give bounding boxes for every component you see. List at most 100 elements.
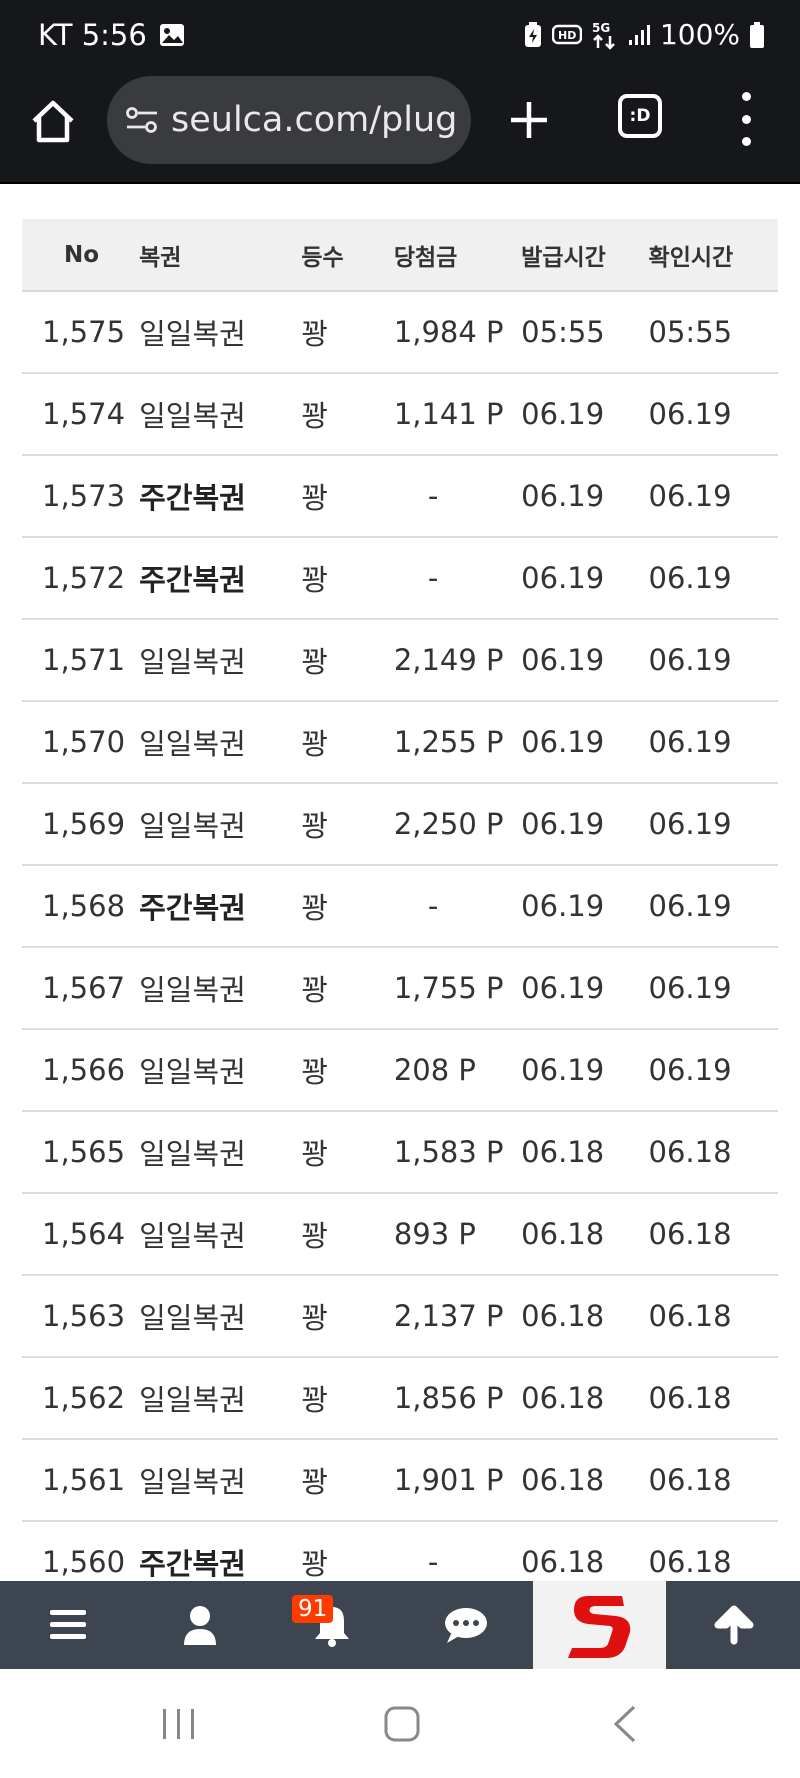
table-row: 1,572 주간복권 꽝 - 06.19 06.19 — [22, 537, 778, 619]
carrier-time: KT 5:56 — [38, 18, 147, 52]
cell-rank: 꽝 — [301, 727, 329, 761]
cell-checked-time: 06.19 — [648, 561, 732, 595]
cell-no: 1,574 — [42, 397, 126, 431]
cell-prize: - — [427, 479, 439, 513]
cell-issued-time: 06.19 — [521, 397, 605, 431]
cell-rank: 꽝 — [301, 399, 329, 433]
cell-no: 1,568 — [42, 889, 126, 923]
cell-lottery-type: 주간복권 — [139, 1547, 246, 1581]
table-row: 1,565 일일복권 꽝 1,583 P 06.18 06.18 — [22, 1111, 778, 1193]
cell-prize: 1,141 P — [393, 397, 504, 431]
user-icon[interactable] — [150, 1581, 250, 1669]
back-icon[interactable] — [612, 1705, 638, 1747]
cell-rank: 꽝 — [301, 1383, 329, 1417]
cell-no: 1,564 — [42, 1217, 126, 1251]
status-bar: KT 5:56 HD 5G 100% — [0, 0, 800, 76]
cell-lottery-type: 일일복권 — [139, 1219, 246, 1253]
scroll-top-icon[interactable] — [684, 1581, 784, 1669]
cell-rank: 꽝 — [301, 317, 329, 351]
header-rank: 등수 — [301, 244, 344, 271]
cell-rank: 꽝 — [301, 973, 329, 1007]
cell-lottery-type: 일일복권 — [139, 399, 246, 433]
recent-apps-icon[interactable] — [160, 1707, 198, 1745]
cell-no: 1,571 — [42, 643, 126, 677]
cell-no: 1,565 — [42, 1135, 126, 1169]
cell-no: 1,575 — [42, 315, 126, 349]
cell-issued-time: 06.19 — [521, 643, 605, 677]
cell-prize: 893 P — [393, 1217, 476, 1251]
cell-rank: 꽝 — [301, 1547, 329, 1581]
cell-lottery-type: 일일복권 — [139, 645, 246, 679]
url-text[interactable]: seulca.com/plug — [171, 100, 457, 140]
chat-icon[interactable] — [416, 1581, 516, 1669]
cell-no: 1,563 — [42, 1299, 126, 1333]
cell-checked-time: 06.18 — [648, 1135, 732, 1169]
cell-checked-time: 05:55 — [648, 315, 733, 349]
cell-lottery-type: 일일복권 — [139, 1055, 246, 1089]
cell-checked-time: 06.18 — [648, 1545, 732, 1579]
cell-no: 1,567 — [42, 971, 126, 1005]
cell-rank: 꽝 — [301, 1301, 329, 1335]
table-row: 1,571 일일복권 꽝 2,149 P 06.19 06.19 — [22, 619, 778, 701]
cell-prize: 2,149 P — [393, 643, 504, 677]
cell-checked-time: 06.19 — [648, 397, 732, 431]
cell-rank: 꽝 — [301, 1137, 329, 1171]
url-bar[interactable]: seulca.com/plug — [107, 76, 471, 164]
cell-no: 1,562 — [42, 1381, 126, 1415]
battery-icon — [750, 21, 764, 48]
cell-prize: 1,255 P — [393, 725, 504, 759]
cell-checked-time: 06.19 — [648, 971, 732, 1005]
cell-checked-time: 06.19 — [648, 1053, 732, 1087]
cell-checked-time: 06.19 — [648, 643, 732, 677]
cell-prize: - — [427, 561, 439, 595]
table-row: 1,564 일일복권 꽝 893 P 06.18 06.18 — [22, 1193, 778, 1275]
lottery-history-table: No 복권 등수 당첨금 발급시간 확인시간 1,575 일일복권 꽝 1,984 P… — [22, 219, 778, 1581]
notification-badge: 91 — [292, 1595, 334, 1623]
home-icon[interactable] — [28, 96, 78, 146]
site-settings-icon[interactable] — [125, 105, 159, 135]
more-menu-icon[interactable] — [736, 92, 756, 146]
table-row: 1,566 일일복권 꽝 208 P 06.19 06.19 — [22, 1029, 778, 1111]
cell-lottery-type: 일일복권 — [139, 317, 246, 351]
cell-no: 1,573 — [42, 479, 126, 513]
cell-issued-time: 06.19 — [521, 971, 605, 1005]
cell-lottery-type: 일일복권 — [139, 727, 246, 761]
new-tab-icon[interactable] — [505, 96, 553, 144]
battery-saver-icon — [524, 21, 542, 48]
table-row: 1,573 주간복권 꽝 - 06.19 06.19 — [22, 455, 778, 537]
table-row: 1,560 주간복권 꽝 - 06.18 06.18 — [22, 1521, 778, 1581]
header-prize: 당첨금 — [393, 244, 458, 271]
cell-issued-time: 06.19 — [521, 807, 605, 841]
cell-lottery-type: 주간복권 — [139, 891, 246, 925]
table-row: 1,562 일일복권 꽝 1,856 P 06.18 06.18 — [22, 1357, 778, 1439]
table-row: 1,569 일일복권 꽝 2,250 P 06.19 06.19 — [22, 783, 778, 865]
cell-lottery-type: 일일복권 — [139, 1137, 246, 1171]
cell-prize: 1,901 P — [393, 1463, 504, 1497]
cell-issued-time: 06.19 — [521, 889, 605, 923]
battery-percent: 100% — [659, 18, 740, 51]
cell-prize: 1,755 P — [393, 971, 504, 1005]
table-body: 1,575 일일복권 꽝 1,984 P 05:55 05:55 1,574 일일복권 꽝 1,1… — [22, 291, 778, 1581]
cell-no: 1,570 — [42, 725, 126, 759]
cell-prize: 208 P — [393, 1053, 476, 1087]
cell-checked-time: 06.18 — [648, 1381, 732, 1415]
cell-no: 1,572 — [42, 561, 126, 595]
cell-issued-time: 06.18 — [521, 1217, 605, 1251]
cell-prize: 1,856 P — [393, 1381, 504, 1415]
tab-switcher-icon[interactable]: :D — [618, 94, 662, 138]
site-logo[interactable] — [533, 1581, 666, 1669]
table-header-row: No 복권 등수 당첨금 발급시간 확인시간 — [22, 219, 778, 291]
table-row: 1,561 일일복권 꽝 1,901 P 06.18 06.18 — [22, 1439, 778, 1521]
cell-no: 1,569 — [42, 807, 126, 841]
cell-no: 1,566 — [42, 1053, 126, 1087]
cell-prize: 2,250 P — [393, 807, 504, 841]
cell-rank: 꽝 — [301, 1219, 329, 1253]
header-checked-time: 확인시간 — [648, 244, 734, 271]
cell-issued-time: 06.19 — [521, 725, 605, 759]
cell-issued-time: 06.18 — [521, 1381, 605, 1415]
cell-prize: 1,583 P — [393, 1135, 504, 1169]
menu-icon[interactable] — [18, 1581, 118, 1669]
network-5g-icon: 5G — [592, 20, 618, 50]
cell-prize: 2,137 P — [393, 1299, 504, 1333]
home-nav-icon[interactable] — [384, 1706, 420, 1746]
